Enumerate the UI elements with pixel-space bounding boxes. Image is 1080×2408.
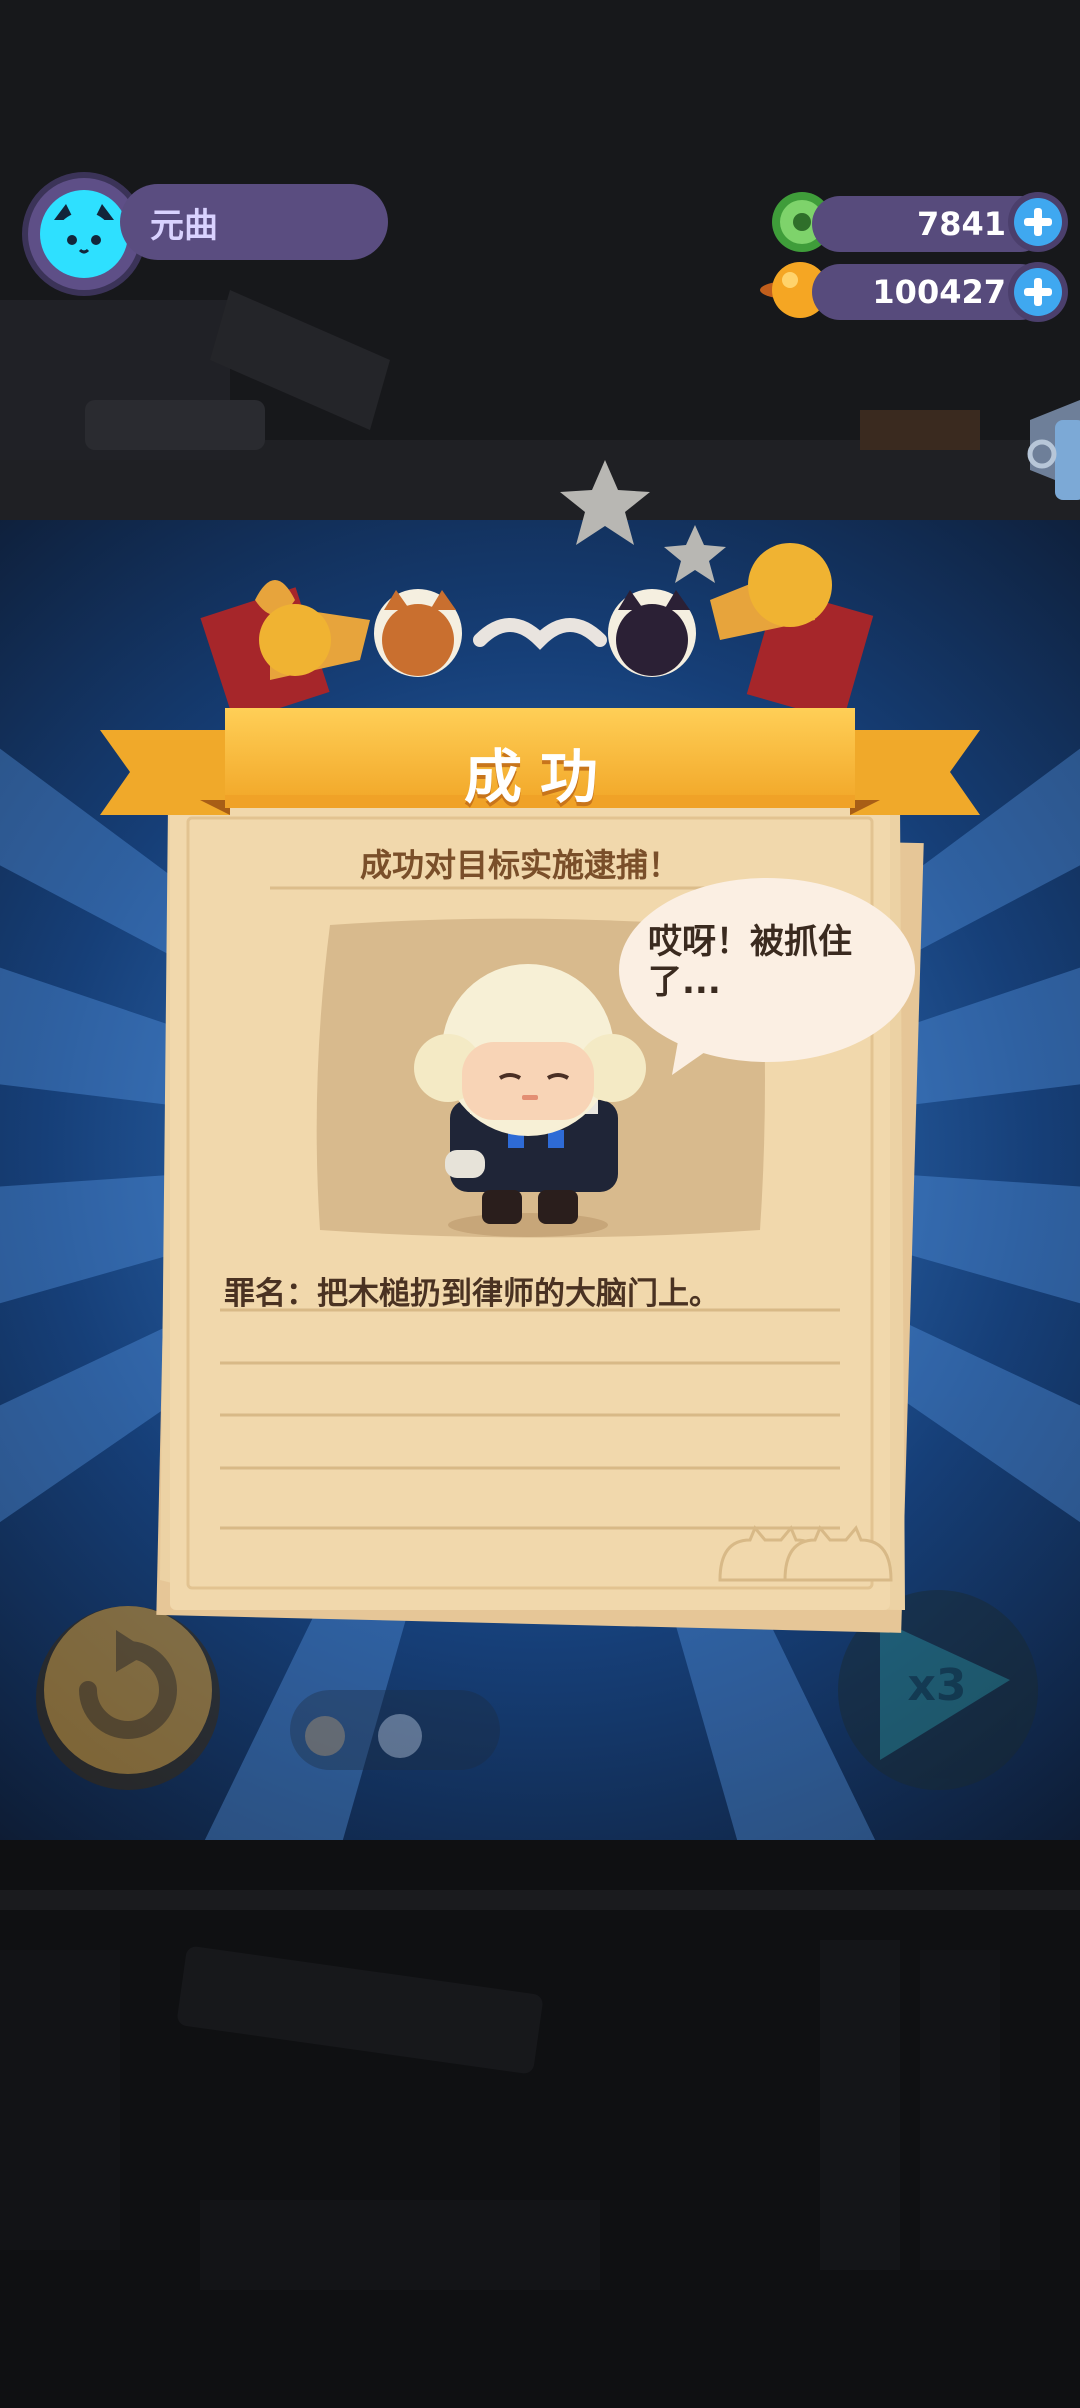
speed-x3-label: x3 bbox=[908, 1660, 967, 1711]
add-coin-button[interactable] bbox=[1008, 262, 1068, 322]
add-donut-button[interactable] bbox=[1008, 192, 1068, 252]
status-indicator bbox=[290, 1690, 500, 1770]
plus-icon bbox=[1014, 198, 1062, 246]
crime-description: 罪名：把木槌扔到律师的大脑门上。 bbox=[224, 1276, 720, 1312]
speech-text: 哎呀！被抓住了... bbox=[648, 922, 852, 1002]
player-name: 元曲 bbox=[150, 206, 218, 246]
cat-face-icon bbox=[40, 190, 128, 278]
result-title: 成功 bbox=[463, 743, 616, 811]
plus-icon bbox=[1014, 268, 1062, 316]
donut-currency-value: 7841 bbox=[916, 205, 1006, 243]
result-subtitle: 成功对目标实施逮捕！ bbox=[359, 846, 680, 884]
game-scene: x3 bbox=[0, 0, 1080, 2408]
retry-button[interactable] bbox=[36, 1606, 220, 1790]
coin-currency-value: 100427 bbox=[872, 273, 1006, 311]
